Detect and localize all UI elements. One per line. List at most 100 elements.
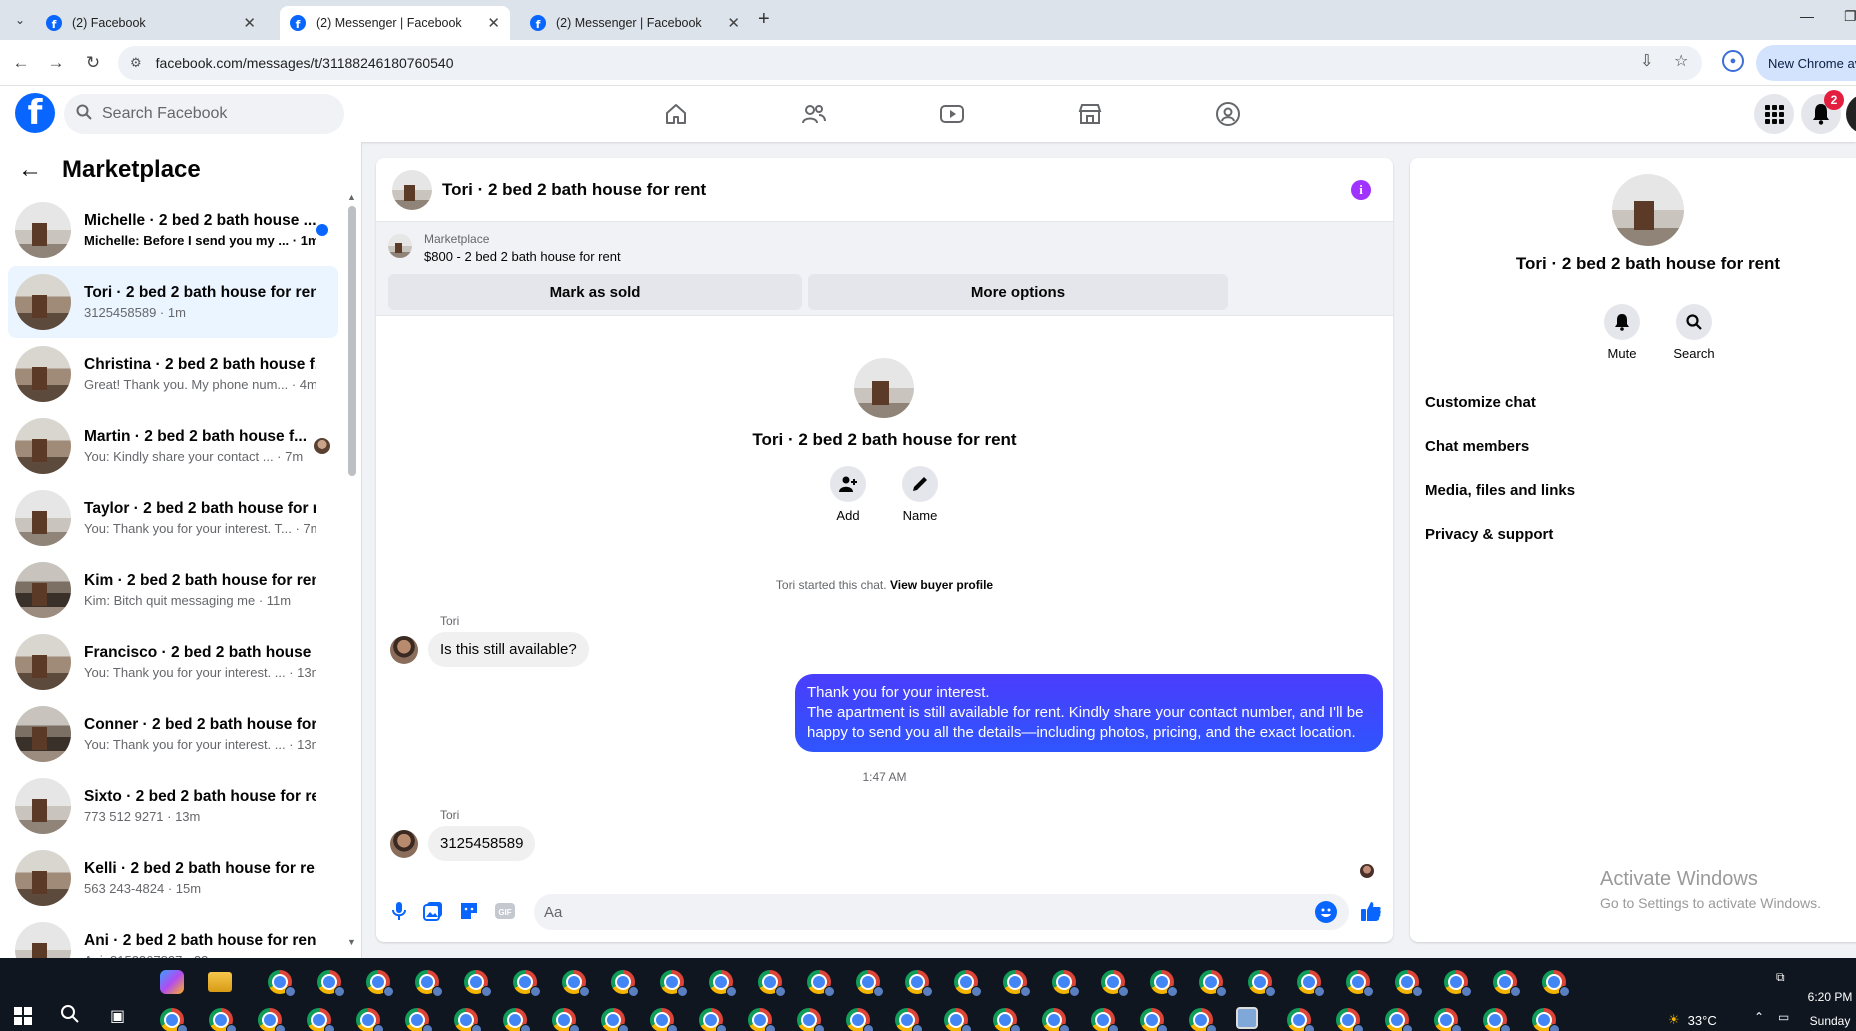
chrome-taskbar-icon[interactable] bbox=[944, 1008, 972, 1031]
windows-start-icon[interactable] bbox=[14, 1007, 32, 1025]
task-view-icon[interactable]: ▣ bbox=[110, 1006, 125, 1026]
chrome-taskbar-icon[interactable] bbox=[562, 970, 590, 997]
chrome-taskbar-icon[interactable] bbox=[503, 1008, 531, 1031]
copilot-icon[interactable] bbox=[160, 970, 184, 994]
chrome-taskbar-icon[interactable] bbox=[1493, 970, 1521, 997]
new-tab-icon[interactable]: + bbox=[758, 8, 770, 31]
chrome-taskbar-icon[interactable] bbox=[807, 970, 835, 997]
chrome-taskbar-icon[interactable] bbox=[1199, 970, 1227, 997]
listing-price[interactable]: $800 - 2 bed 2 bath house for rent bbox=[424, 249, 621, 264]
chrome-taskbar-icon[interactable] bbox=[1150, 970, 1178, 997]
menu-grid-icon[interactable] bbox=[1754, 94, 1794, 134]
video-icon[interactable] bbox=[936, 98, 968, 130]
tab-close-icon[interactable]: ✕ bbox=[243, 14, 256, 32]
chrome-taskbar-icon[interactable] bbox=[209, 1008, 237, 1031]
chrome-taskbar-icon[interactable] bbox=[268, 970, 296, 997]
conversation-item[interactable]: Francisco · 2 bed 2 bath house f... You: … bbox=[8, 626, 338, 698]
chrome-taskbar-icon[interactable] bbox=[258, 1008, 286, 1031]
media-files-links-item[interactable]: Media, files and links bbox=[1425, 468, 1575, 512]
chrome-taskbar-icon[interactable] bbox=[1542, 970, 1570, 997]
conversation-item[interactable]: Sixto · 2 bed 2 bath house for rent 773 5… bbox=[8, 770, 338, 842]
marketplace-icon[interactable] bbox=[1074, 98, 1106, 130]
forward-arrow-icon[interactable]: → bbox=[45, 52, 67, 74]
chrome-taskbar-icon[interactable] bbox=[160, 1008, 188, 1031]
customize-chat-item[interactable]: Customize chat bbox=[1425, 380, 1575, 424]
chrome-taskbar-icon[interactable] bbox=[846, 1008, 874, 1031]
gif-icon[interactable]: GIF bbox=[494, 900, 516, 922]
scroll-up-arrow-icon[interactable]: ▲ bbox=[347, 192, 356, 202]
mark-as-sold-button[interactable]: Mark as sold bbox=[388, 274, 802, 310]
chrome-taskbar-icon[interactable] bbox=[699, 1008, 727, 1031]
chat-title[interactable]: Tori · 2 bed 2 bath house for rent bbox=[442, 180, 706, 200]
chrome-taskbar-icon[interactable] bbox=[405, 1008, 433, 1031]
sender-avatar[interactable] bbox=[390, 636, 418, 664]
chat-header-avatar[interactable] bbox=[392, 169, 432, 210]
site-settings-icon[interactable]: ⚙ bbox=[130, 55, 142, 71]
conversation-item[interactable]: Christina · 2 bed 2 bath house f... Great… bbox=[8, 338, 338, 410]
add-people-button[interactable]: Add bbox=[818, 466, 878, 523]
chrome-taskbar-icon[interactable] bbox=[1248, 970, 1276, 997]
mute-button[interactable]: Mute bbox=[1592, 304, 1652, 361]
chrome-taskbar-icon[interactable] bbox=[1336, 1008, 1364, 1031]
microphone-icon[interactable] bbox=[388, 900, 410, 922]
more-options-button[interactable]: More options bbox=[808, 274, 1228, 310]
browser-tab-messenger[interactable]: f (2) Messenger | Facebook ✕ bbox=[520, 6, 750, 40]
back-arrow-icon[interactable]: ← bbox=[18, 156, 42, 184]
install-app-icon[interactable]: ⇩ bbox=[1640, 51, 1653, 71]
chrome-taskbar-icon[interactable] bbox=[611, 970, 639, 997]
taskbar-app-icon[interactable] bbox=[1236, 1007, 1258, 1029]
chrome-taskbar-icon[interactable] bbox=[1052, 970, 1080, 997]
chrome-taskbar-icon[interactable] bbox=[317, 970, 345, 997]
taskbar-search-icon[interactable] bbox=[60, 1004, 80, 1030]
chrome-taskbar-icon[interactable] bbox=[1346, 970, 1374, 997]
conversation-item[interactable]: Martin · 2 bed 2 bath house f... You: Kin… bbox=[8, 410, 338, 482]
chrome-taskbar-icon[interactable] bbox=[650, 1008, 678, 1031]
new-chrome-available-button[interactable]: New Chrome ava bbox=[1756, 45, 1856, 81]
chrome-taskbar-icon[interactable] bbox=[464, 970, 492, 997]
chrome-taskbar-icon[interactable] bbox=[797, 1008, 825, 1031]
photo-icon[interactable] bbox=[422, 900, 444, 922]
tab-close-icon[interactable]: ✕ bbox=[487, 14, 500, 32]
chrome-taskbar-icon[interactable] bbox=[1532, 1008, 1560, 1031]
home-icon[interactable] bbox=[660, 98, 692, 130]
search-conversation-button[interactable]: Search bbox=[1664, 304, 1724, 361]
chrome-taskbar-icon[interactable] bbox=[454, 1008, 482, 1031]
chrome-taskbar-icon[interactable] bbox=[1042, 1008, 1070, 1031]
chrome-taskbar-icon[interactable] bbox=[1395, 970, 1423, 997]
conversation-item[interactable]: Kelli · 2 bed 2 bath house for rent 563 2… bbox=[8, 842, 338, 914]
emoji-icon[interactable] bbox=[1315, 901, 1337, 923]
chrome-taskbar-icon[interactable] bbox=[356, 1008, 384, 1031]
tab-search-chevron-icon[interactable]: ⌄ bbox=[8, 8, 32, 32]
reload-icon[interactable]: ↻ bbox=[82, 52, 104, 74]
chrome-taskbar-icon[interactable] bbox=[601, 1008, 629, 1031]
scroll-thumb[interactable] bbox=[348, 206, 356, 476]
chrome-taskbar-icon[interactable] bbox=[1297, 970, 1325, 997]
thumbs-up-icon[interactable] bbox=[1360, 900, 1382, 922]
tray-chevron-up-icon[interactable]: ⌃ bbox=[1754, 1010, 1764, 1024]
chrome-taskbar-icon[interactable] bbox=[895, 1008, 923, 1031]
incoming-message[interactable]: 3125458589 bbox=[428, 826, 536, 861]
chrome-taskbar-icon[interactable] bbox=[1483, 1008, 1511, 1031]
friends-icon[interactable] bbox=[798, 98, 830, 130]
account-avatar[interactable] bbox=[1846, 94, 1856, 134]
search-facebook-input[interactable]: Search Facebook bbox=[64, 94, 344, 134]
chat-members-item[interactable]: Chat members bbox=[1425, 424, 1575, 468]
chrome-taskbar-icon[interactable] bbox=[513, 970, 541, 997]
chrome-taskbar-icon[interactable] bbox=[1140, 1008, 1168, 1031]
tray-device-icon[interactable]: ⧉ bbox=[1776, 970, 1785, 985]
info-icon[interactable]: i bbox=[1351, 180, 1371, 200]
outgoing-message[interactable]: Thank you for your interest. The apartme… bbox=[795, 674, 1383, 752]
clock[interactable]: 6:20 PM Sunday bbox=[1806, 990, 1854, 1028]
url-bar[interactable]: ⚙ facebook.com/messages/t/31188246180760… bbox=[118, 46, 1702, 80]
chrome-taskbar-icon[interactable] bbox=[954, 970, 982, 997]
chrome-taskbar-icon[interactable] bbox=[709, 970, 737, 997]
tab-close-icon[interactable]: ✕ bbox=[727, 14, 740, 32]
chrome-taskbar-icon[interactable] bbox=[1091, 1008, 1119, 1031]
message-input[interactable]: Aa bbox=[534, 894, 1349, 930]
chrome-taskbar-icon[interactable] bbox=[856, 970, 884, 997]
facebook-logo-icon[interactable]: f bbox=[15, 93, 55, 133]
restore-icon[interactable]: ❐ bbox=[1844, 8, 1856, 25]
chrome-taskbar-icon[interactable] bbox=[660, 970, 688, 997]
back-arrow-icon[interactable]: ← bbox=[10, 52, 32, 74]
chrome-taskbar-icon[interactable] bbox=[1287, 1008, 1315, 1031]
